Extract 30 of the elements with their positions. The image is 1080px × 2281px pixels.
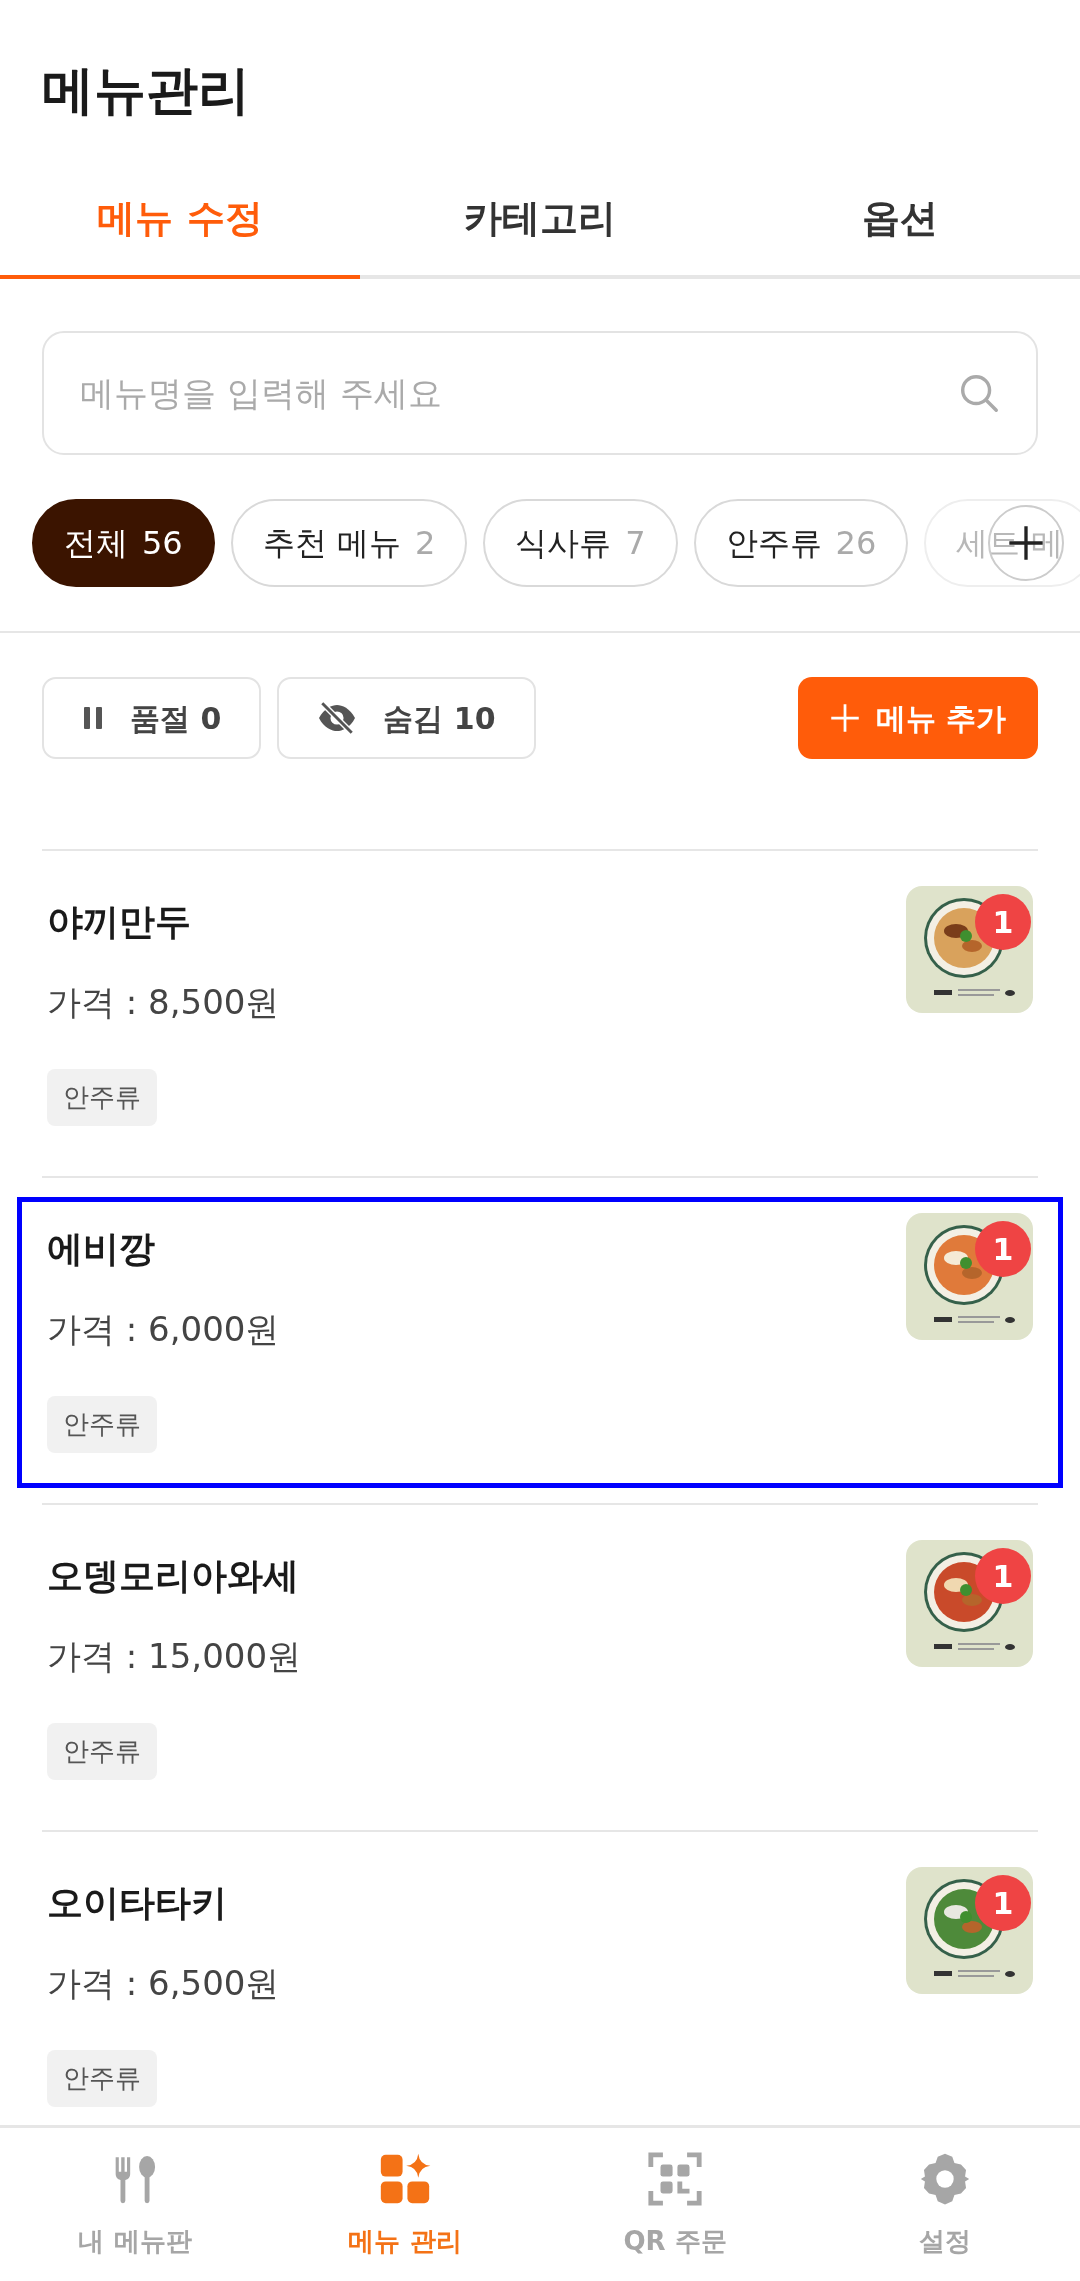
menu-item-card[interactable]: 야끼만두 가격 : 8,500원 안주류 1 [17, 870, 1063, 1161]
menu-price: 가격 : 6,500원 [47, 1962, 280, 2005]
tab[interactable]: 옵션 [720, 170, 1080, 279]
menu-name: 오이타타키 [47, 1881, 228, 1925]
category-tag: 안주류 [47, 1723, 157, 1780]
menu-item-card[interactable]: 오이타타키 가격 : 6,500원 안주류 1 [17, 1851, 1063, 2125]
pause-icon [82, 705, 104, 731]
filter-button[interactable]: 품절 0 [42, 677, 262, 759]
menu-price: 가격 : 15,000원 [47, 1635, 302, 1678]
page-title: 메뉴관리 [41, 59, 251, 122]
qr-scan-icon [646, 2150, 704, 2208]
tab[interactable]: 카테고리 [360, 170, 720, 279]
category-chip[interactable]: 전체 56 [32, 499, 215, 587]
category-tag: 안주류 [47, 1069, 157, 1126]
menu-name: 오뎅모리아와세 [47, 1554, 300, 1598]
menu-item-card[interactable]: 오뎅모리아와세 가격 : 15,000원 안주류 1 [17, 1524, 1063, 1815]
menu-price: 가격 : 8,500원 [47, 981, 280, 1024]
category-chip[interactable]: 안주류 26 [693, 499, 909, 587]
search-field[interactable]: 메뉴명을 입력해 주세요 [42, 331, 1038, 455]
plus-icon [829, 703, 860, 733]
menu-price: 가격 : 6,000원 [47, 1308, 280, 1351]
category-tag: 안주류 [47, 1396, 157, 1453]
category-chip[interactable]: 식사류 7 [483, 499, 678, 587]
menu-item-card[interactable]: 에비깡 가격 : 6,000원 안주류 1 [17, 1197, 1063, 1488]
category-chip[interactable]: 추천 메뉴 2 [230, 499, 468, 587]
filter-button[interactable]: 숨김 10 [277, 677, 536, 759]
menu-name: 에비깡 [47, 1227, 156, 1271]
category-tag: 안주류 [47, 2050, 157, 2107]
eye-slash-icon [317, 700, 358, 736]
menu-name: 야끼만두 [47, 900, 192, 944]
